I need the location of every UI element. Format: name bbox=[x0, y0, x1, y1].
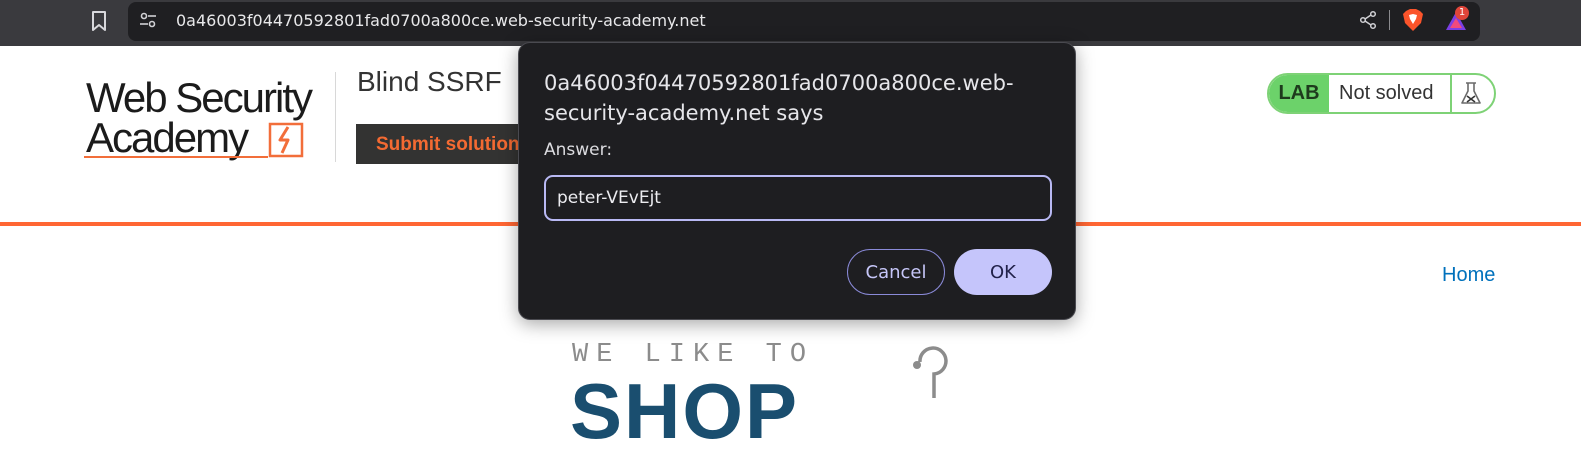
lab-tag: LAB bbox=[1269, 75, 1329, 112]
lab-status-widget: LAB Not solved bbox=[1267, 73, 1496, 114]
lab-title: Blind SSRF bbox=[357, 66, 502, 97]
home-link[interactable]: Home bbox=[1442, 264, 1495, 287]
dialog-title: 0a46003f04470592801fad0700a800ce.web-sec… bbox=[544, 71, 1014, 125]
shop-wordmark: SHOP bbox=[570, 367, 800, 455]
logo-text-line2: Academy bbox=[86, 114, 249, 161]
logo-underline bbox=[84, 156, 268, 158]
submit-solution-button[interactable]: Submit solution bbox=[356, 124, 536, 164]
prompt-dialog: 0a46003f04470592801fad0700a800ce.web-sec… bbox=[518, 42, 1076, 320]
address-bar-divider bbox=[1389, 10, 1390, 30]
url-text[interactable]: 0a46003f04470592801fad0700a800ce.web-sec… bbox=[176, 11, 706, 30]
lab-status-divider bbox=[1450, 75, 1452, 112]
site-info-icon[interactable] bbox=[138, 10, 158, 30]
rewards-badge: 1 bbox=[1455, 6, 1469, 20]
shop-tagline: WE LIKE TO bbox=[572, 340, 815, 370]
dialog-answer-label: Answer: bbox=[544, 140, 613, 160]
answer-input[interactable] bbox=[544, 175, 1052, 221]
header-divider bbox=[335, 72, 336, 162]
cancel-button[interactable]: Cancel bbox=[847, 249, 945, 295]
lab-status-text: Not solved bbox=[1339, 82, 1434, 104]
share-icon[interactable] bbox=[1358, 10, 1378, 30]
lightning-bolt-icon bbox=[266, 120, 306, 160]
question-mark-icon bbox=[906, 340, 956, 400]
brave-shield-icon[interactable] bbox=[1402, 8, 1424, 32]
ok-button[interactable]: OK bbox=[954, 249, 1052, 295]
bookmark-icon[interactable] bbox=[88, 9, 110, 33]
web-security-academy-logo[interactable]: Web Security Academy bbox=[84, 70, 334, 165]
flask-icon bbox=[1459, 81, 1483, 107]
browser-toolbar: 0a46003f04470592801fad0700a800ce.web-sec… bbox=[0, 0, 1581, 46]
